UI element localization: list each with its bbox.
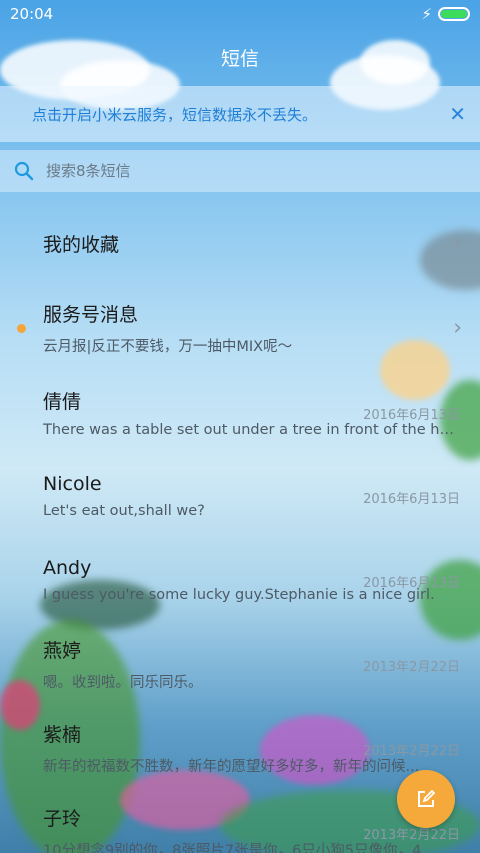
- search-icon: [14, 161, 34, 181]
- chevron-right-icon: ›: [453, 315, 462, 341]
- app-header: 短信: [0, 28, 480, 86]
- compose-icon: [418, 789, 436, 807]
- message-date: 2016年6月13日: [363, 408, 460, 423]
- conversation-item[interactable]: Nicole 2016年6月13日 Let's eat out,shall we…: [0, 454, 480, 538]
- conversation-item[interactable]: Andy 2016年6月13日 I guess you're some luck…: [0, 538, 480, 622]
- message-date: 2013年2月22日: [363, 660, 460, 675]
- unread-dot: [17, 324, 26, 333]
- compose-button[interactable]: [397, 770, 455, 828]
- service-name: 服务号消息: [43, 304, 139, 326]
- status-bar: 20:04 ⚡: [0, 0, 480, 28]
- banner-text: 点击开启小米云服务，短信数据永不丢失。: [32, 105, 318, 124]
- search-input[interactable]: [46, 162, 426, 180]
- battery-level: [441, 10, 467, 18]
- favorites-label: 我的收藏: [43, 233, 120, 256]
- message-date: 2013年2月22日: [363, 744, 460, 759]
- favorites-item[interactable]: 我的收藏 ›: [0, 200, 480, 286]
- search-bar[interactable]: [0, 150, 480, 192]
- message-preview: There was a table set out under a tree i…: [43, 421, 460, 438]
- chevron-right-icon: ›: [453, 230, 462, 256]
- status-time: 20:04: [10, 5, 54, 23]
- message-list: 我的收藏 › 服务号消息 云月报|反正不要钱，万一抽中MIX呢～ › 倩倩 20…: [0, 200, 480, 853]
- service-preview: 云月报|反正不要钱，万一抽中MIX呢～: [43, 339, 293, 355]
- service-messages-item[interactable]: 服务号消息 云月报|反正不要钱，万一抽中MIX呢～ ›: [0, 286, 480, 370]
- battery-icon: [438, 7, 470, 21]
- close-icon[interactable]: ✕: [449, 102, 466, 126]
- message-date: 2016年6月13日: [363, 492, 460, 507]
- charging-icon: ⚡: [421, 5, 432, 23]
- cloud-service-banner[interactable]: 点击开启小米云服务，短信数据永不丢失。 ✕: [0, 86, 480, 142]
- conversation-item[interactable]: 倩倩 2016年6月13日 There was a table set out …: [0, 370, 480, 454]
- page-title: 短信: [220, 47, 259, 70]
- conversation-item[interactable]: 燕婷 2013年2月22日 嗯。收到啦。同乐同乐。: [0, 622, 480, 706]
- message-date: 2016年6月13日: [363, 576, 460, 591]
- message-date: 2013年2月22日: [363, 828, 460, 843]
